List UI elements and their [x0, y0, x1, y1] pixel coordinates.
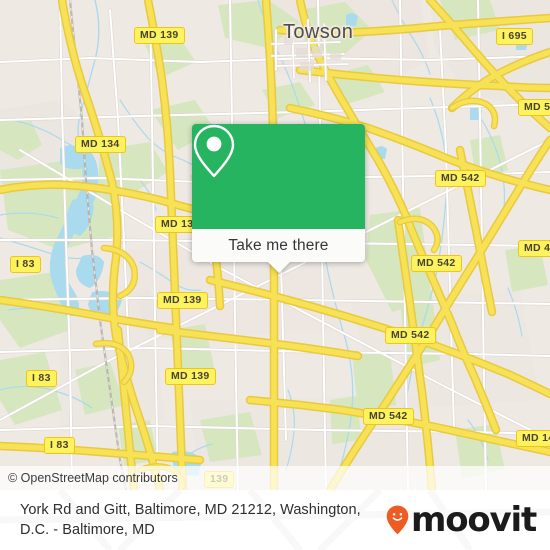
road-shield: MD 139 — [165, 368, 216, 385]
moovit-wordmark: moovit — [410, 500, 537, 540]
road-shield: MD 139 — [157, 292, 208, 309]
take-me-there-button[interactable]: Take me there — [192, 229, 365, 273]
station-title: York Rd and Gitt, Baltimore, MD 21212, W… — [20, 502, 361, 538]
road-shield: MD 41 — [518, 240, 550, 257]
callout-pin-area — [192, 124, 365, 229]
road-shield: I 83 — [26, 370, 57, 387]
road-shield: I 83 — [44, 437, 75, 454]
road-shield: MD 542 — [385, 327, 436, 344]
road-shield: MD 14 — [516, 430, 550, 447]
moovit-brand[interactable]: moovit — [386, 500, 537, 540]
road-shield: MD 139 — [134, 27, 185, 44]
footer-bar: York Rd and Gitt, Baltimore, MD 21212, W… — [0, 490, 550, 550]
map-canvas[interactable]: .w{fill:#a9daee} .wl{stroke:#a9daee;fill… — [0, 0, 550, 490]
road-shield: MD 134 — [75, 136, 126, 153]
callout-tail — [267, 262, 290, 273]
road-shield: I 83 — [10, 256, 41, 273]
road-shield: MD 54 — [518, 99, 550, 116]
moovit-station-map-card: .w{fill:#a9daee} .wl{stroke:#a9daee;fill… — [0, 0, 550, 550]
moovit-smiley-pin-icon — [386, 505, 409, 535]
station-callout[interactable]: Take me there — [192, 124, 365, 273]
map-pin-icon — [193, 124, 235, 178]
footer-content: York Rd and Gitt, Baltimore, MD 21212, W… — [0, 490, 550, 550]
road-shield: MD 542 — [411, 255, 462, 272]
attribution-text: © OpenStreetMap contributors — [8, 471, 178, 485]
road-shield: MD 542 — [363, 408, 414, 425]
road-shield: I 695 — [496, 28, 533, 45]
road-shield: MD 542 — [435, 170, 486, 187]
map-attribution[interactable]: © OpenStreetMap contributors — [0, 466, 550, 490]
take-me-there-label: Take me there — [228, 236, 329, 254]
map-city-label: Towson — [283, 21, 354, 43]
